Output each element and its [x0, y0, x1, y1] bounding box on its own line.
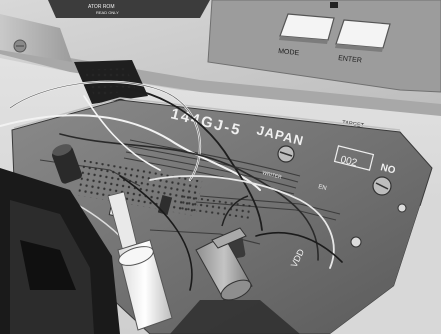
enter-button[interactable]	[335, 19, 391, 52]
board-hole	[350, 236, 362, 248]
mode-button[interactable]	[279, 13, 335, 44]
screw-icon	[372, 176, 392, 196]
display-window: ATOR ROM READ ONLY	[48, 0, 210, 18]
top-small-label-2: READ ONLY	[96, 10, 119, 15]
photograph: ATOR ROM READ ONLY MODE ENTER TARGET 144…	[0, 0, 441, 334]
board-hole	[397, 203, 407, 213]
screw-icon	[277, 145, 295, 163]
indicator-light	[330, 2, 338, 8]
